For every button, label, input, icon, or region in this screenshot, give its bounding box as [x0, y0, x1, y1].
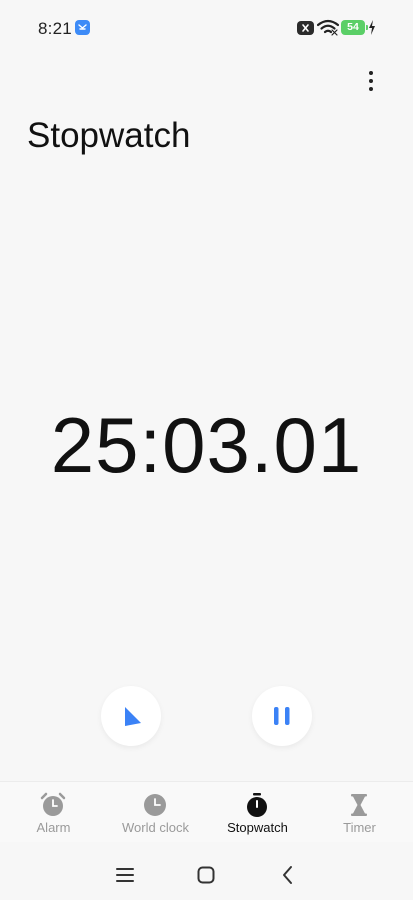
clock-icon — [144, 794, 166, 816]
bottom-navigation: Alarm World clock Stopwatch Timer — [0, 781, 413, 842]
tab-world-clock-label: World clock — [122, 820, 189, 835]
alarm-clock-icon — [40, 792, 66, 816]
tab-stopwatch[interactable]: Stopwatch — [206, 782, 309, 842]
flag-icon — [125, 707, 141, 726]
system-navigation-bar — [0, 850, 413, 900]
battery-indicator: 54 — [341, 20, 368, 35]
pause-icon — [274, 707, 290, 725]
tab-alarm-label: Alarm — [36, 820, 71, 835]
sim-off-icon — [297, 21, 314, 35]
recents-icon[interactable] — [112, 862, 138, 888]
tab-timer-label: Timer — [343, 820, 376, 835]
more-vertical-icon — [369, 71, 373, 75]
status-bar: 8:21 54 — [0, 0, 413, 56]
home-icon[interactable] — [193, 862, 219, 888]
page-title: Stopwatch — [27, 116, 191, 155]
more-options-button[interactable] — [356, 66, 386, 96]
stopwatch-icon — [247, 793, 267, 817]
lap-button[interactable] — [101, 686, 161, 746]
tab-alarm[interactable]: Alarm — [2, 782, 105, 842]
wifi-icon — [316, 19, 340, 41]
elapsed-time-display: 25:03.01 — [50, 401, 363, 489]
back-icon[interactable] — [275, 862, 301, 888]
tab-timer[interactable]: Timer — [308, 782, 411, 842]
status-time: 8:21 — [38, 19, 72, 38]
hourglass-icon — [351, 794, 367, 816]
notification-app-icon — [75, 20, 90, 35]
tab-stopwatch-label: Stopwatch — [227, 820, 288, 835]
tab-world-clock[interactable]: World clock — [104, 782, 207, 842]
charging-icon — [368, 20, 376, 40]
pause-button[interactable] — [252, 686, 312, 746]
